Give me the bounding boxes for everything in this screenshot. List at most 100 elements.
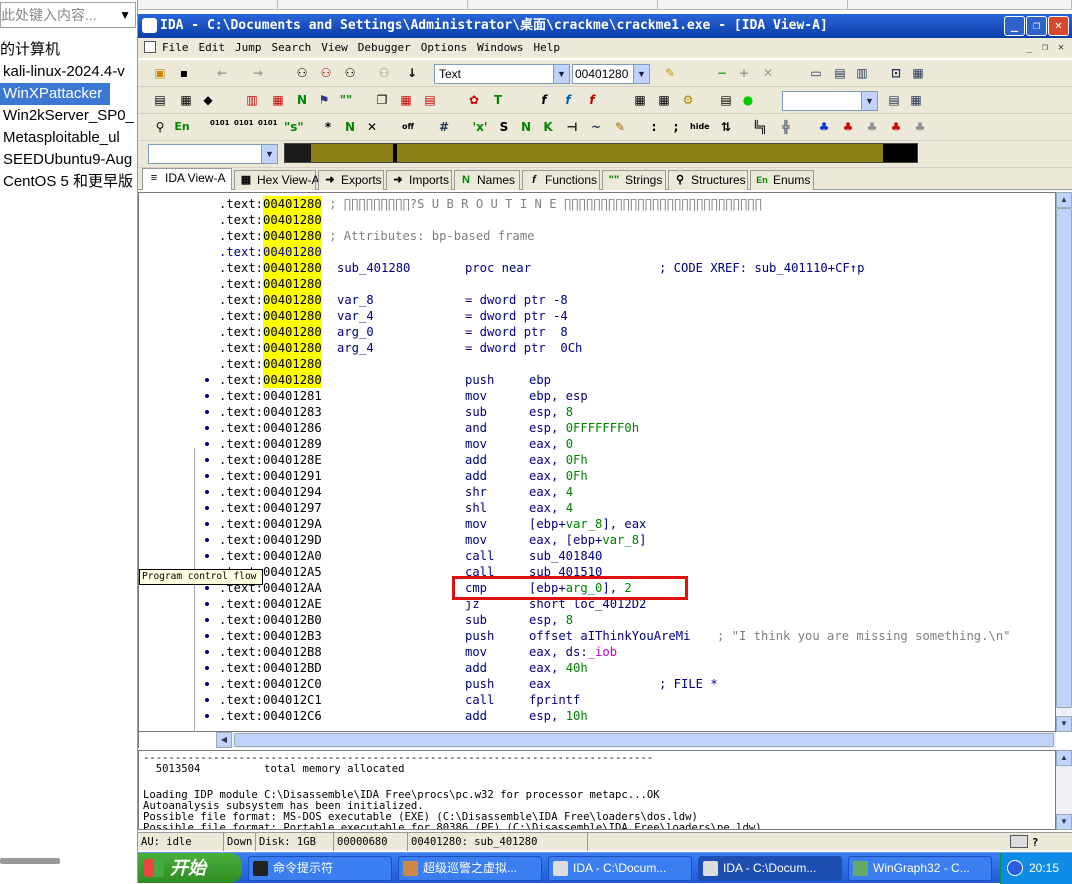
segment-reg-icon[interactable]: S xyxy=(496,119,512,135)
menu-view[interactable]: View xyxy=(321,41,348,54)
tab-exports[interactable]: ➜ Exports xyxy=(318,170,384,190)
patch-icon[interactable]: ✿ xyxy=(466,92,482,108)
operand[interactable]: [ebp+var_8], eax xyxy=(529,516,646,532)
tab-functions[interactable]: f Functions xyxy=(522,170,600,190)
disassembly-view[interactable]: .text:00401280 ; ∏∏∏∏∏∏∏∏∏?S U B R O U T… xyxy=(138,192,1056,732)
arrows-icon[interactable]: ⇅ xyxy=(718,119,734,135)
undefine-x-icon[interactable]: ✕ xyxy=(364,119,380,135)
code-data-icon[interactable]: 0101 xyxy=(210,119,229,135)
mdi-close-icon[interactable]: ✕ xyxy=(1054,41,1068,55)
tree-icon[interactable]: ♣ xyxy=(816,119,832,135)
vmware-tab[interactable] xyxy=(468,0,658,9)
string-type-icon[interactable]: "s" xyxy=(284,119,304,135)
output-window[interactable]: ----------------------------------------… xyxy=(138,750,1056,830)
tab-structures[interactable]: ⚲ Structures xyxy=(668,170,748,190)
code-label[interactable]: sub_401280 xyxy=(337,260,410,276)
char-icon[interactable]: 'x' xyxy=(472,119,488,135)
address[interactable]: 00401280 xyxy=(263,292,322,308)
copy-icon[interactable]: ❐ xyxy=(374,92,390,108)
operand[interactable]: esp, 8 xyxy=(529,404,573,420)
operand[interactable]: eax, 4 xyxy=(529,484,573,500)
forward-arrow-icon[interactable]: → xyxy=(250,65,266,81)
address[interactable]: 004012C6 xyxy=(263,708,322,724)
address[interactable]: 0040129D xyxy=(263,532,322,548)
names-icon[interactable]: N xyxy=(294,92,310,108)
scroll-thumb[interactable] xyxy=(1056,208,1072,708)
tab-imports[interactable]: ➜ Imports xyxy=(386,170,452,190)
taskbar-item-ida-2[interactable]: IDA - C:\Docum... xyxy=(698,856,842,881)
operand[interactable]: eax, 4 xyxy=(529,500,573,516)
address[interactable]: 00401280 xyxy=(263,212,322,228)
start-button[interactable]: 开始 xyxy=(138,853,242,883)
menu-help[interactable]: Help xyxy=(533,41,560,54)
open-folder-icon[interactable]: ▣ xyxy=(152,65,168,81)
vm-item[interactable]: kali-linux-2024.4-v xyxy=(3,61,139,83)
expand-icon[interactable]: + xyxy=(736,65,752,81)
disasm-line[interactable]: .text:00401280 xyxy=(219,276,322,292)
find-binary-icon[interactable]: ⚇ xyxy=(376,65,392,81)
tree-red-icon[interactable]: ♣ xyxy=(840,119,856,135)
disasm-line[interactable]: .text:004012A0 call sub_401840 xyxy=(219,548,602,564)
scroll-left-icon[interactable]: ◀ xyxy=(216,732,232,748)
tree-user-icon[interactable]: ♣ xyxy=(912,119,928,135)
taskbar-item-wingraph[interactable]: WinGraph32 - C... xyxy=(848,856,992,881)
menu-debugger[interactable]: Debugger xyxy=(358,41,411,54)
address[interactable]: 00401291 xyxy=(263,468,322,484)
operand[interactable]: eax, 40h xyxy=(529,660,588,676)
address[interactable]: 004012BD xyxy=(263,660,322,676)
segment-select[interactable]: ▼ xyxy=(148,144,278,164)
scroll-down-icon[interactable]: ▼ xyxy=(1056,814,1072,830)
data-icon[interactable]: ▦ xyxy=(178,92,194,108)
address[interactable]: 004012AA xyxy=(263,580,322,596)
operand[interactable]: eax, 0 xyxy=(529,436,573,452)
disasm-line[interactable]: .text:00401280 xyxy=(219,212,322,228)
window-tile-icon[interactable]: ▥ xyxy=(854,65,870,81)
address[interactable]: 00401280 xyxy=(263,308,322,324)
mdi-restore-icon[interactable]: ❐ xyxy=(1038,41,1052,55)
hex-calc-icon[interactable]: ▦ xyxy=(656,92,672,108)
struct-var-icon[interactable]: ⚲ xyxy=(152,119,168,135)
address[interactable]: 00401280 xyxy=(263,324,322,340)
taskbar-item-ida-1[interactable]: IDA - C:\Docum... xyxy=(548,856,692,881)
hide-icon[interactable]: hide xyxy=(690,119,710,135)
table-icon[interactable]: ▦ xyxy=(270,92,286,108)
scroll-up-icon[interactable]: ▲ xyxy=(1056,192,1072,208)
output-scrollbar[interactable]: ▲ ▼ xyxy=(1056,750,1072,830)
collapse-icon[interactable]: − xyxy=(714,65,730,81)
code-label[interactable]: arg_0 xyxy=(337,324,374,340)
bitwise-not-icon[interactable]: ~ xyxy=(588,119,604,135)
disasm-line[interactable]: .text:00401280 push ebp xyxy=(219,372,551,388)
menu-edit[interactable]: Edit xyxy=(199,41,226,54)
strings-icon[interactable]: "" xyxy=(338,92,354,108)
search-all-icon[interactable]: ⚇ xyxy=(342,65,358,81)
vmware-tab[interactable] xyxy=(138,0,278,9)
vm-item[interactable]: Metasploitable_ul xyxy=(3,127,139,149)
disasm-line[interactable]: .text:0040129D mov eax, [ebp+var_8] xyxy=(219,532,646,548)
vmware-tab[interactable] xyxy=(658,0,848,9)
stack-var-icon[interactable]: K xyxy=(540,119,556,135)
disasm-line[interactable]: .text:00401291 add eax, 0Fh xyxy=(219,468,588,484)
close-button[interactable]: ✕ xyxy=(1048,16,1069,36)
negate-icon[interactable]: ⊣ xyxy=(564,119,580,135)
menu-file[interactable]: File xyxy=(162,41,189,54)
disasm-line[interactable]: .text:004012AE jz short loc_4012D2 xyxy=(219,596,646,612)
address[interactable]: 00401289 xyxy=(263,436,322,452)
ida-title-bar[interactable]: IDA - C:\Documents and Settings\Administ… xyxy=(138,14,1072,38)
disasm-line[interactable]: .text:004012B0 sub esp, 8 xyxy=(219,612,573,628)
menu-options[interactable]: Options xyxy=(421,41,467,54)
jump-down-icon[interactable]: ↓ xyxy=(404,65,420,81)
operand[interactable]: ebp, esp xyxy=(529,388,588,404)
address[interactable]: 00401280 xyxy=(263,228,322,244)
tab-hex-view-a[interactable]: ▦ Hex View-A xyxy=(234,170,319,190)
operand[interactable]: eax, 0Fh xyxy=(529,452,588,468)
graph-calls-icon[interactable]: ╬ xyxy=(778,119,794,135)
my-computer-node[interactable]: 的计算机 xyxy=(0,39,136,61)
enum-icon[interactable]: ▤ xyxy=(422,92,438,108)
vmware-tab[interactable] xyxy=(278,0,468,9)
menu-search[interactable]: Search xyxy=(272,41,312,54)
address[interactable]: 00401280 xyxy=(263,244,322,260)
address[interactable]: 0040128E xyxy=(263,452,322,468)
scroll-thumb[interactable] xyxy=(234,733,1054,747)
comment-icon[interactable]: : xyxy=(646,119,662,135)
address[interactable]: 004012C0 xyxy=(263,676,322,692)
